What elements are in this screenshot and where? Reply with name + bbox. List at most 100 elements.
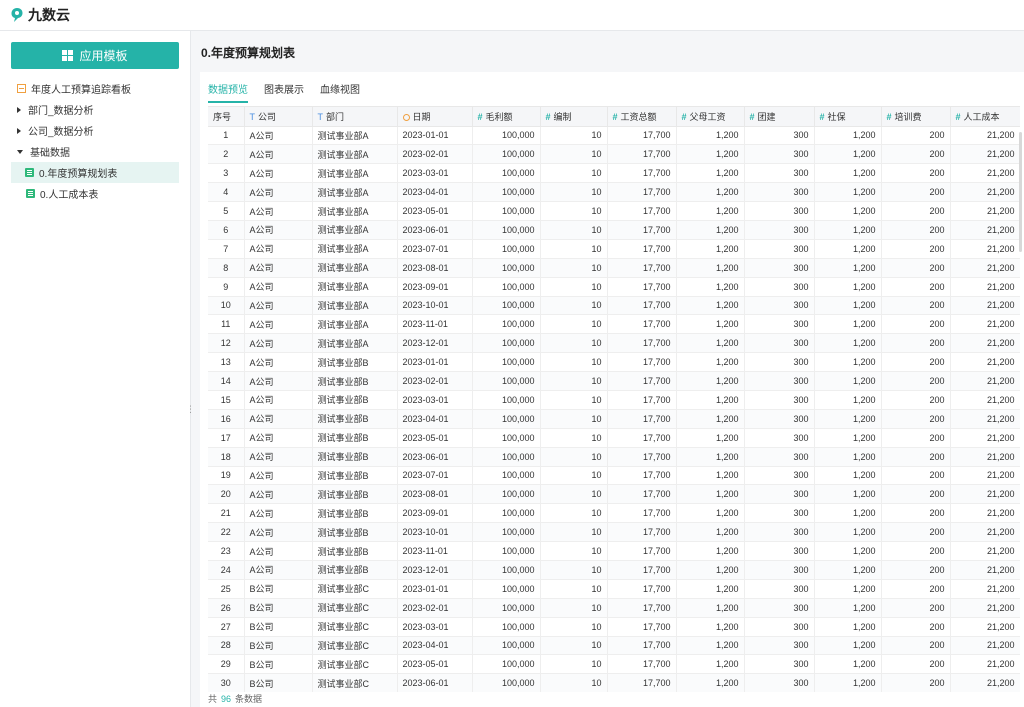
table-cell[interactable]: 17,700 bbox=[607, 333, 677, 354]
table-cell[interactable]: B公司 bbox=[244, 617, 313, 637]
table-cell[interactable]: 1,200 bbox=[676, 484, 745, 505]
table-cell[interactable]: 21,200 bbox=[950, 163, 1020, 184]
column-header[interactable]: # 人工成本 bbox=[950, 107, 1020, 127]
table-cell[interactable]: 1,200 bbox=[676, 579, 745, 599]
table-cell[interactable]: 2023-03-01 bbox=[397, 390, 473, 410]
table-cell[interactable]: 300 bbox=[744, 201, 815, 221]
table-cell[interactable]: 1,200 bbox=[814, 428, 882, 448]
table-cell[interactable]: 测试事业部B bbox=[312, 522, 398, 543]
table-cell[interactable]: 200 bbox=[881, 484, 951, 505]
table-cell[interactable]: 100,000 bbox=[472, 466, 541, 486]
table-row[interactable]: 3 A公司 测试事业部A 2023-03-01 100,000 10 17,700 1,200… bbox=[208, 163, 1020, 184]
table-row[interactable]: 20 A公司 测试事业部B 2023-08-01 100,000 10 17,700 1,20… bbox=[208, 484, 1020, 505]
table-cell[interactable]: 1,200 bbox=[814, 617, 882, 637]
table-cell[interactable]: 1,200 bbox=[676, 333, 745, 354]
table-cell[interactable]: 17,700 bbox=[607, 126, 677, 146]
table-cell[interactable]: A公司 bbox=[244, 296, 313, 316]
table-cell[interactable]: 100,000 bbox=[472, 296, 541, 316]
table-cell[interactable]: 21,200 bbox=[950, 314, 1020, 335]
table-cell[interactable]: 17,700 bbox=[607, 314, 677, 335]
table-cell[interactable]: 1,200 bbox=[814, 447, 882, 467]
table-cell[interactable]: 1,200 bbox=[814, 239, 882, 259]
app-logo[interactable]: 九数云 bbox=[10, 5, 70, 25]
table-cell[interactable]: 测试事业部B bbox=[312, 541, 398, 561]
table-cell[interactable]: 1,200 bbox=[676, 673, 745, 692]
table-cell[interactable]: 1,200 bbox=[676, 163, 745, 184]
table-cell[interactable]: 300 bbox=[744, 239, 815, 259]
table-cell[interactable]: 100,000 bbox=[472, 126, 541, 146]
table-cell[interactable]: 17,700 bbox=[607, 163, 677, 184]
table-cell[interactable]: 21 bbox=[208, 503, 245, 524]
table-cell[interactable]: 测试事业部B bbox=[312, 409, 398, 429]
table-cell[interactable]: 17,700 bbox=[607, 636, 677, 656]
table-cell[interactable]: 100,000 bbox=[472, 428, 541, 448]
table-cell[interactable]: 1,200 bbox=[814, 636, 882, 656]
table-cell[interactable]: 21,200 bbox=[950, 579, 1020, 599]
table-cell[interactable]: 1,200 bbox=[814, 277, 882, 297]
table-cell[interactable]: 10 bbox=[540, 258, 608, 278]
table-cell[interactable]: 12 bbox=[208, 333, 245, 354]
table-cell[interactable]: 10 bbox=[540, 220, 608, 240]
table-cell[interactable]: 17,700 bbox=[607, 579, 677, 599]
table-cell[interactable]: 21,200 bbox=[950, 503, 1020, 524]
table-cell[interactable]: 测试事业部A bbox=[312, 201, 398, 221]
table-cell[interactable]: 100,000 bbox=[472, 371, 541, 391]
table-cell[interactable]: 300 bbox=[744, 220, 815, 240]
table-cell[interactable]: 1,200 bbox=[676, 447, 745, 467]
table-cell[interactable]: 17,700 bbox=[607, 144, 677, 165]
table-cell[interactable]: 15 bbox=[208, 390, 245, 410]
table-cell[interactable]: 200 bbox=[881, 560, 951, 580]
table-cell[interactable]: 100,000 bbox=[472, 144, 541, 165]
column-header[interactable]: # 团建 bbox=[744, 107, 815, 127]
table-cell[interactable]: 22 bbox=[208, 522, 245, 543]
table-cell[interactable]: 2023-01-01 bbox=[397, 352, 473, 373]
table-cell[interactable]: 2023-08-01 bbox=[397, 484, 473, 505]
table-row[interactable]: 9 A公司 测试事业部A 2023-09-01 100,000 10 17,700 1,200… bbox=[208, 277, 1020, 297]
table-cell[interactable]: 17,700 bbox=[607, 182, 677, 203]
table-row[interactable]: 7 A公司 测试事业部A 2023-07-01 100,000 10 17,700 1,200… bbox=[208, 239, 1020, 259]
table-cell[interactable]: 1,200 bbox=[814, 352, 882, 373]
table-cell[interactable]: 17,700 bbox=[607, 503, 677, 524]
table-cell[interactable]: 300 bbox=[744, 447, 815, 467]
table-cell[interactable]: 100,000 bbox=[472, 314, 541, 335]
table-cell[interactable]: 19 bbox=[208, 466, 245, 486]
table-cell[interactable]: 1,200 bbox=[814, 163, 882, 184]
table-cell[interactable]: 1,200 bbox=[814, 296, 882, 316]
table-cell[interactable]: A公司 bbox=[244, 447, 313, 467]
table-cell[interactable]: 10 bbox=[540, 654, 608, 675]
table-cell[interactable]: 1,200 bbox=[676, 466, 745, 486]
table-cell[interactable]: 21,200 bbox=[950, 541, 1020, 561]
table-cell[interactable]: 测试事业部C bbox=[312, 579, 398, 599]
table-cell[interactable]: 1,200 bbox=[676, 409, 745, 429]
table-cell[interactable]: 10 bbox=[540, 428, 608, 448]
table-cell[interactable]: 10 bbox=[540, 390, 608, 410]
table-cell[interactable]: 300 bbox=[744, 503, 815, 524]
table-row[interactable]: 14 A公司 测试事业部B 2023-02-01 100,000 10 17,700 1,20… bbox=[208, 371, 1020, 391]
table-cell[interactable]: 300 bbox=[744, 598, 815, 618]
table-cell[interactable]: 2023-01-01 bbox=[397, 579, 473, 599]
table-cell[interactable]: 测试事业部A bbox=[312, 144, 398, 165]
table-cell[interactable]: 测试事业部A bbox=[312, 314, 398, 335]
table-cell[interactable]: 10 bbox=[540, 636, 608, 656]
table-cell[interactable]: 21,200 bbox=[950, 296, 1020, 316]
table-cell[interactable]: 测试事业部C bbox=[312, 673, 398, 692]
table-cell[interactable]: 300 bbox=[744, 258, 815, 278]
table-cell[interactable]: 100,000 bbox=[472, 258, 541, 278]
table-cell[interactable]: 2023-12-01 bbox=[397, 333, 473, 354]
table-cell[interactable]: 1,200 bbox=[676, 371, 745, 391]
table-cell[interactable]: 6 bbox=[208, 220, 245, 240]
table-cell[interactable]: 100,000 bbox=[472, 220, 541, 240]
table-cell[interactable]: 测试事业部B bbox=[312, 503, 398, 524]
table-cell[interactable]: 1,200 bbox=[814, 182, 882, 203]
table-cell[interactable]: 100,000 bbox=[472, 447, 541, 467]
table-cell[interactable]: 21,200 bbox=[950, 598, 1020, 618]
table-cell[interactable]: 200 bbox=[881, 144, 951, 165]
table-row[interactable]: 8 A公司 测试事业部A 2023-08-01 100,000 10 17,700 1,200… bbox=[208, 258, 1020, 278]
table-cell[interactable]: 23 bbox=[208, 541, 245, 561]
table-cell[interactable]: A公司 bbox=[244, 277, 313, 297]
table-cell[interactable]: 100,000 bbox=[472, 579, 541, 599]
sidebar-tree-item[interactable]: 0.年度预算规划表 bbox=[11, 162, 179, 183]
table-cell[interactable]: 11 bbox=[208, 314, 245, 335]
table-cell[interactable]: A公司 bbox=[244, 314, 313, 335]
table-cell[interactable]: 100,000 bbox=[472, 560, 541, 580]
